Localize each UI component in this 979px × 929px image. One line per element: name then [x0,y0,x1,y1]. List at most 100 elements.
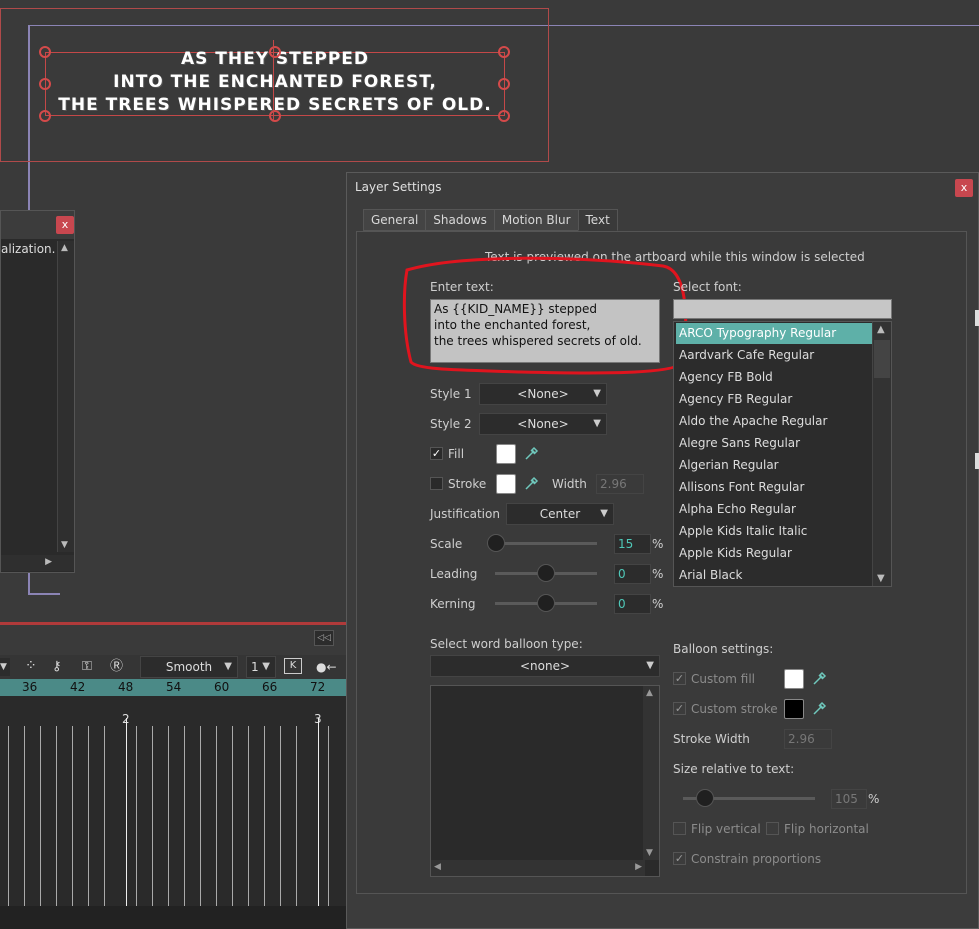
custom-stroke-checkbox[interactable]: ✓ [673,702,686,715]
timeline-tracks[interactable]: 2 3 [0,696,346,906]
style1-dropdown[interactable]: <None> ▼ [479,383,607,405]
fill-color-swatch[interactable] [496,444,516,464]
eyedropper-icon[interactable] [524,445,540,461]
balloon-preview-list[interactable]: ▲ ▼ ◀ ▶ [430,685,660,877]
font-list-item[interactable]: Agency FB Regular [676,389,873,410]
font-list-item[interactable]: ARCO Typography Regular [676,323,873,344]
tab-motion-blur[interactable]: Motion Blur [493,209,579,231]
offscreen-handle [975,453,979,469]
resize-handle[interactable] [39,46,51,58]
kerning-slider-knob[interactable] [537,594,555,612]
scale-input[interactable]: 15 [614,534,651,554]
flip-vertical-checkbox[interactable] [673,822,686,835]
resize-handle[interactable] [498,78,510,90]
layer-settings-dialog: Layer Settings x General Shadows Motion Bl… [346,172,979,929]
scale-slider-knob[interactable] [487,534,505,552]
scroll-down-icon[interactable]: ▼ [646,848,653,858]
font-list[interactable]: ARCO Typography Regular Aardvark Cafe Re… [673,321,892,587]
font-list-item[interactable]: Arial Black [676,565,873,586]
size-relative-slider-knob[interactable] [696,789,714,807]
tab-general[interactable]: General [363,209,427,231]
stroke-color-swatch[interactable] [496,474,516,494]
dialog-close-button[interactable]: x [955,179,973,197]
scroll-thumb[interactable] [874,340,890,378]
percent-sign: % [652,567,664,581]
scroll-down-icon[interactable]: ▼ [61,540,68,550]
font-list-item[interactable]: Aardvark Cafe Regular [676,345,873,366]
timeline-ruler[interactable]: 36 42 48 54 60 66 72 [0,679,346,696]
balloon-type-dropdown[interactable]: <none> ▼ [430,655,660,677]
scroll-up-icon[interactable]: ▲ [877,324,885,335]
font-list-item[interactable]: Alpha Echo Regular [676,499,873,520]
artboard-text[interactable]: AS THEY STEPPED INTO THE ENCHANTED FORES… [20,48,530,117]
balloon-stroke-width-input[interactable]: 2.96 [784,729,832,749]
interpolation-dropdown[interactable]: Smooth ▼ [140,656,238,678]
tab-shadows[interactable]: Shadows [425,209,495,231]
resize-handle[interactable] [269,110,281,122]
scroll-right-icon[interactable]: ▶ [635,862,642,872]
custom-stroke-swatch[interactable] [784,699,804,719]
custom-fill-swatch[interactable] [784,669,804,689]
prev-key-icon[interactable]: ●← [316,658,346,676]
font-list-item[interactable]: Apple Kids Regular [676,543,873,564]
timeline-divider [0,622,346,625]
fill-checkbox[interactable]: ✓ [430,447,443,460]
resize-handle[interactable] [39,110,51,122]
left-panel-hscrollbar[interactable]: ▶ [1,555,74,571]
kerning-input[interactable]: 0 [614,594,651,614]
resize-handle[interactable] [498,110,510,122]
scroll-right-icon[interactable]: ▶ [45,557,52,567]
resize-handle[interactable] [269,46,281,58]
stroke-width-input[interactable]: 2.96 [596,474,644,494]
custom-fill-checkbox[interactable]: ✓ [673,672,686,685]
chevron-down-icon: ▼ [593,388,601,399]
font-search-input[interactable] [673,299,892,319]
flip-horizontal-checkbox[interactable] [766,822,779,835]
scale-slider[interactable] [495,542,597,545]
font-list-item[interactable]: Apple Kids Italic Italic [676,521,873,542]
font-list-scrollbar[interactable]: ▲ ▼ [872,322,891,586]
rewind-icon[interactable]: ◁◁ [314,630,334,646]
style2-dropdown[interactable]: <None> ▼ [479,413,607,435]
key-button[interactable]: K [284,658,302,674]
font-list-item[interactable]: Algerian Regular [676,455,873,476]
left-panel-scrollbar[interactable]: ▲ ▼ [57,241,74,552]
font-list-item[interactable]: Agency FB Bold [676,367,873,388]
font-list-item[interactable]: Aldo the Apache Regular [676,411,873,432]
tab-text[interactable]: Text [577,209,618,231]
timeline-toolbar: ▼ ⁘ ⚷ ⚿ Ⓡ Smooth ▼ 1 ▼ K ●← [0,655,346,679]
dialog-title: Layer Settings [355,180,442,194]
left-panel-close-button[interactable]: x [56,216,74,234]
stroke-checkbox[interactable] [430,477,443,490]
resize-handle[interactable] [39,78,51,90]
resize-handle[interactable] [498,46,510,58]
collapse-icon[interactable]: ▼ [0,658,10,676]
eyedropper-icon[interactable] [524,475,540,491]
scroll-up-icon[interactable]: ▲ [646,688,653,698]
constrain-proportions-checkbox[interactable]: ✓ [673,852,686,865]
flip-horizontal-label: Flip horizontal [784,822,869,836]
ruler-number: 36 [22,680,38,694]
select-font-label: Select font: [673,280,742,294]
key-icon[interactable]: ⚿ [82,658,104,676]
scroll-left-icon[interactable]: ◀ [434,862,441,872]
eyedropper-icon[interactable] [812,670,828,686]
leading-input[interactable]: 0 [614,564,651,584]
ruler-number: 42 [70,680,86,694]
grid-dots-icon[interactable]: ⁘ [25,658,45,676]
font-list-item[interactable]: Allisons Font Regular [676,477,873,498]
font-list-item[interactable]: Alegre Sans Regular [676,433,873,454]
ruler-number: 54 [166,680,182,694]
key-pin-icon[interactable]: ⚷ [52,658,72,676]
leading-slider-knob[interactable] [537,564,555,582]
justification-dropdown[interactable]: Center ▼ [506,503,614,525]
scale-label: Scale [430,537,463,551]
size-relative-input[interactable]: 105 [831,789,867,809]
ruler-number: 60 [214,680,230,694]
chevron-down-icon: ▼ [646,660,654,671]
eyedropper-icon[interactable] [812,700,828,716]
scroll-up-icon[interactable]: ▲ [61,243,68,253]
scroll-down-icon[interactable]: ▼ [877,573,885,584]
step-dropdown[interactable]: 1 ▼ [246,656,276,678]
reset-icon[interactable]: Ⓡ [110,658,130,676]
